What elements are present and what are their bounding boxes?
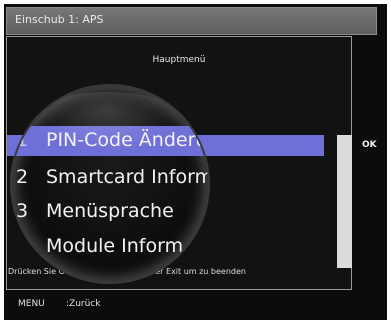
menu-item-smartcard-info[interactable]: 2 Smartcard Informa — [12, 163, 208, 193]
window-title: Einschub 1: APS — [15, 13, 104, 26]
menu-item-module-info[interactable]: 5 Module Inform — [12, 232, 208, 262]
menu-heading: Hauptmenü — [152, 55, 206, 65]
menu-item-number: 5 — [16, 235, 29, 257]
ok-label: OK — [362, 140, 377, 150]
lens-reflection — [26, 92, 186, 152]
scrollbar[interactable] — [337, 135, 352, 268]
menu-item-number: 1 — [16, 129, 29, 151]
menu-item-number: 3 — [16, 200, 29, 222]
footer-action[interactable]: :Zurück — [66, 299, 100, 309]
menu-item-number: 2 — [16, 166, 29, 188]
menu-item-label: Smartcard Informa — [46, 166, 208, 188]
footer-bar: MENU :Zurück — [6, 292, 377, 316]
menu-item-label: Menüsprache — [46, 200, 174, 222]
title-bar: Einschub 1: APS — [6, 7, 377, 35]
magnifier-lens: 1 PIN-Code Änderun 2 Smartcard Informa 3… — [12, 86, 208, 282]
menu-item-menu-language[interactable]: 3 Menüsprache — [12, 197, 208, 227]
footer-key: MENU — [18, 299, 45, 309]
menu-item-label: Module Inform — [46, 235, 184, 257]
